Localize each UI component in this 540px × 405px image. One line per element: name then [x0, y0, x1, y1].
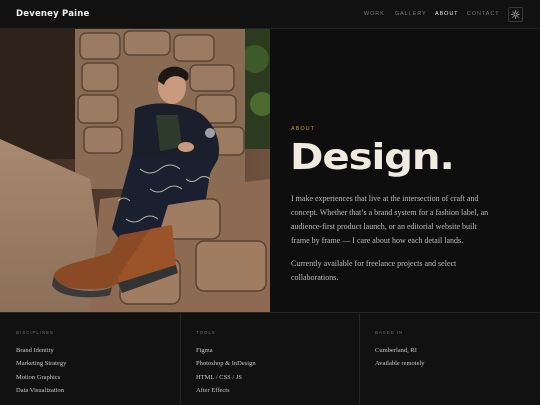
location-item: Cumberland, RI	[375, 347, 417, 354]
based-in-heading: BASED IN	[375, 330, 404, 335]
site-logo[interactable]: Deveney Paine	[16, 9, 90, 19]
about-paragraph-2: Currently available for freelance projec…	[291, 259, 457, 282]
site-header: Deveney Paine WORK GALLERY ABOUT CONTACT	[0, 0, 540, 29]
availability-item: Available remotely	[375, 360, 425, 367]
tool-item: HTML / CSS / JS	[196, 374, 242, 381]
tool-item: After Effects	[196, 387, 230, 394]
disciplines-column: DISCIPLINES Brand Identity Marketing Str…	[0, 313, 180, 405]
tools-heading: TOOLS	[196, 330, 216, 335]
discipline-item: Data Visualization	[16, 387, 65, 394]
about-title-dot: .	[439, 137, 454, 178]
tool-item: Figma	[196, 347, 213, 354]
nav-work[interactable]: WORK	[364, 11, 385, 17]
nav-about[interactable]: ABOUT	[435, 11, 458, 17]
tools-column: TOOLS Figma Photoshop & InDesign HTML / …	[180, 313, 359, 405]
portrait-photo	[0, 29, 270, 312]
about-title: Design.	[290, 137, 455, 178]
discipline-item: Brand Identity	[16, 347, 54, 354]
discipline-item: Motion Graphics	[16, 374, 61, 381]
disciplines-heading: DISCIPLINES	[16, 330, 54, 335]
sun-icon	[511, 10, 520, 19]
theme-toggle-button[interactable]	[508, 7, 523, 22]
nav-contact[interactable]: CONTACT	[467, 11, 499, 17]
discipline-item: Marketing Strategy	[16, 360, 67, 367]
about-title-text: Design	[290, 137, 441, 178]
site-footer: DISCIPLINES Brand Identity Marketing Str…	[0, 312, 540, 405]
nav-gallery[interactable]: GALLERY	[395, 11, 427, 17]
about-paragraph-1: I make experiences that live at the inte…	[291, 194, 489, 245]
tool-item: Photoshop & InDesign	[196, 360, 256, 367]
based-in-column: BASED IN Cumberland, RI Available remote…	[359, 313, 540, 405]
about-eyebrow: ABOUT	[291, 126, 315, 132]
